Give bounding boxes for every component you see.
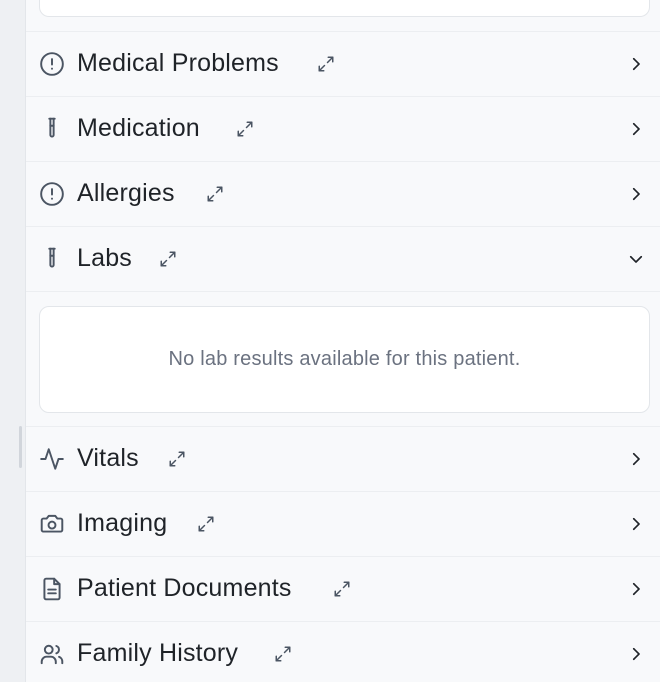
labs-empty-state-card: No lab results available for this patien… — [39, 306, 650, 413]
previous-section-card — [39, 0, 650, 17]
section-label: Medication — [77, 114, 200, 142]
alert-circle-icon — [39, 51, 65, 77]
section-label: Vitals — [77, 444, 139, 472]
chevron-down-icon — [626, 249, 646, 269]
labs-empty-message: No lab results available for this patien… — [168, 348, 521, 370]
expand-icon[interactable] — [316, 54, 336, 74]
expand-icon[interactable] — [167, 449, 187, 469]
resize-handle[interactable] — [19, 426, 22, 468]
section-header-imaging[interactable]: Imaging — [26, 491, 660, 555]
expand-icon[interactable] — [273, 644, 293, 664]
sections-list: Medical Problems Medication Allergies La… — [26, 0, 660, 682]
expand-icon[interactable] — [158, 249, 178, 269]
patient-sidebar-panel: Medical Problems Medication Allergies La… — [0, 0, 660, 682]
section-header-family-history[interactable]: Family History — [26, 621, 660, 682]
chevron-right-icon — [626, 644, 646, 664]
expand-icon[interactable] — [332, 579, 352, 599]
section-label: Patient Documents — [77, 574, 292, 602]
activity-icon — [39, 446, 65, 472]
chevron-right-icon — [626, 514, 646, 534]
section-header-allergies[interactable]: Allergies — [26, 161, 660, 225]
expand-icon[interactable] — [235, 119, 255, 139]
section-header-labs[interactable]: Labs — [26, 226, 660, 290]
section-label: Family History — [77, 639, 239, 667]
labs-content: No lab results available for this patien… — [26, 291, 660, 426]
expand-icon[interactable] — [205, 184, 225, 204]
panel-gutter — [0, 0, 26, 682]
section-header-vitals[interactable]: Vitals — [26, 426, 660, 490]
section-header-medication[interactable]: Medication — [26, 96, 660, 160]
test-tube-icon — [39, 116, 65, 142]
chevron-right-icon — [626, 449, 646, 469]
chevron-right-icon — [626, 119, 646, 139]
section-label: Labs — [77, 244, 133, 272]
chevron-right-icon — [626, 54, 646, 74]
section-label: Medical Problems — [77, 49, 279, 77]
chevron-right-icon — [626, 579, 646, 599]
chevron-right-icon — [626, 184, 646, 204]
camera-icon — [39, 511, 65, 537]
users-icon — [39, 641, 65, 667]
section-header-patient-documents[interactable]: Patient Documents — [26, 556, 660, 620]
section-label: Imaging — [77, 509, 168, 537]
file-text-icon — [39, 576, 65, 602]
expand-icon[interactable] — [196, 514, 216, 534]
section-header-medical-problems[interactable]: Medical Problems — [26, 31, 660, 95]
section-label: Allergies — [77, 179, 175, 207]
test-tube-icon — [39, 246, 65, 272]
alert-circle-icon — [39, 181, 65, 207]
